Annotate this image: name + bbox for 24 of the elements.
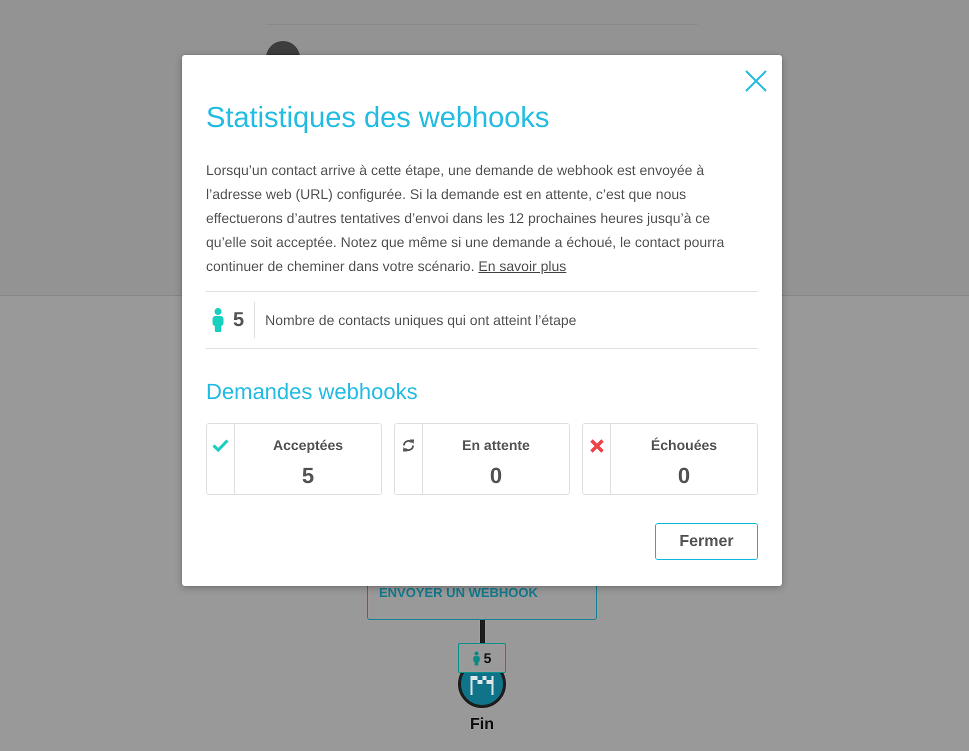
refresh-icon	[402, 439, 415, 452]
checkered-flag-icon	[470, 676, 494, 695]
close-icon	[745, 70, 767, 92]
contact-count: 5	[233, 308, 244, 333]
cross-icon	[590, 439, 604, 453]
request-label: Acceptées	[272, 436, 344, 454]
request-count: 0	[490, 464, 502, 488]
person-icon	[472, 650, 480, 666]
avatar-icon	[266, 41, 300, 55]
badge-count: 5	[484, 648, 492, 668]
request-label: En attente	[462, 436, 530, 454]
request-count: 0	[678, 464, 690, 488]
requests-title: Demandes webhooks	[206, 379, 418, 405]
end-node[interactable]	[458, 673, 506, 708]
description-text: Lorsqu’un contact arrive à cette étape, une demande de webhook est envoyée à l’adresse web (URL) configurée. Si la demande est en attente, c’est que nous effectuerons d’autres tentatives d’envoi dans les 12 prochaines heures jusqu’à ce qu’elle soit acceptée. Notez que même si une demande a échoué, le contact pourra continuer de cheminer dans votre scénario. En savoir plus	[206, 161, 726, 276]
request-count: 5	[302, 464, 314, 488]
request-label: Échouées	[650, 436, 718, 454]
person-icon	[212, 308, 224, 332]
dialog-title: Statistiques des webhooks	[206, 101, 550, 136]
learn-more-link[interactable]: En savoir plus	[478, 258, 566, 274]
check-icon	[212, 439, 229, 452]
contact-count-label: Nombre de contacts uniques qui ont atteint l’étape	[265, 310, 576, 330]
end-node-label: Fin	[470, 715, 494, 735]
close-dialog-button[interactable]: Fermer	[655, 523, 758, 560]
